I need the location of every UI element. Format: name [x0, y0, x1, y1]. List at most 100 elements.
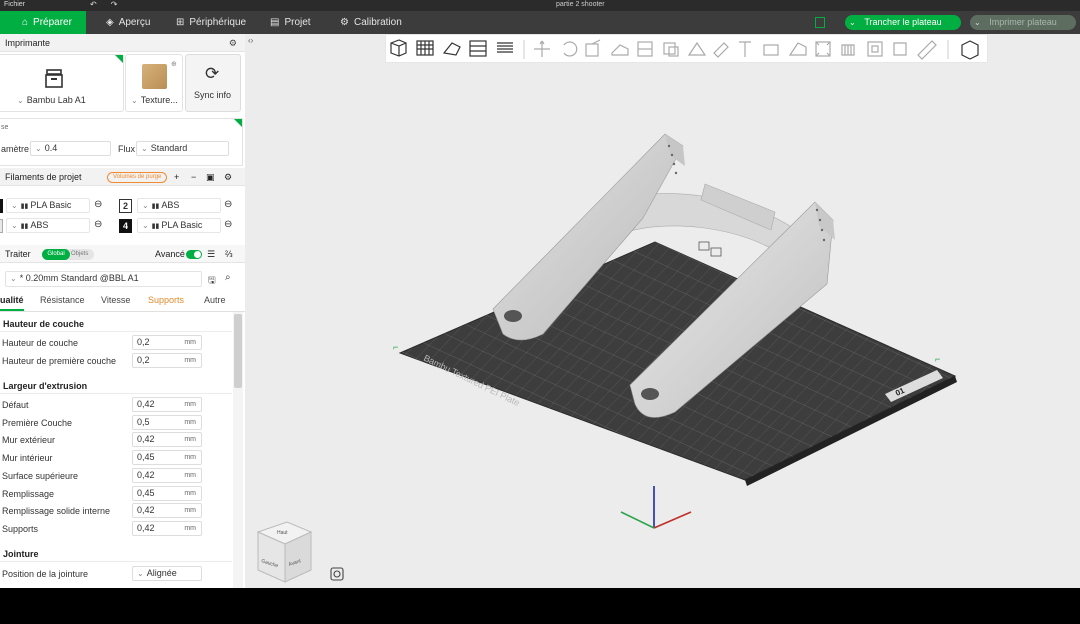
setting-input[interactable]: 0,5 mm [132, 415, 202, 430]
plate-corner-mark: ⌐ [393, 342, 398, 352]
setting-label: Remplissage solide interne [2, 506, 111, 516]
seam-group-title: Jointure [3, 549, 39, 559]
chevron-down-icon: ⌄ [142, 201, 149, 210]
setting-input[interactable]: 0,42 mm [132, 468, 202, 483]
filament-number-badge[interactable]: 4 [119, 219, 132, 233]
tab-quality[interactable]: ualité [0, 295, 24, 305]
advanced-switch[interactable] [186, 250, 202, 259]
tab-supports[interactable]: Supports [148, 295, 184, 305]
list-icon[interactable]: ☰ [207, 245, 215, 263]
filament-number-badge[interactable]: 2 [119, 199, 132, 213]
tab-prepare[interactable]: ⌂ Préparer [0, 11, 86, 34]
device-icon: ⊞ [176, 17, 185, 28]
settings-scrollbar[interactable] [233, 312, 243, 588]
add-icon[interactable]: + [174, 168, 179, 186]
tab-strength[interactable]: Résistance [40, 295, 85, 305]
remove-filament-icon[interactable]: ⊖ [224, 199, 232, 210]
scene-canvas[interactable]: Bambu Textured PEI Plate 01 ⌐ ⌐ Haut Gau… [245, 34, 1080, 588]
flow-select[interactable]: ⌄ Standard [136, 141, 229, 156]
chevron-down-icon: ⌄ [142, 221, 149, 230]
view-cube[interactable]: Haut Gauche Avant [256, 521, 313, 583]
tab-speed[interactable]: Vitesse [101, 295, 130, 305]
preview-icon: ◈ [106, 17, 114, 28]
save-preset-icon[interactable]: 🖫 [208, 273, 216, 289]
slice-plate-button[interactable]: ⌄ Trancher le plateau [845, 15, 961, 30]
compare-icon[interactable]: ⅔ [225, 245, 233, 263]
selected-corner-mark [115, 55, 123, 63]
global-objects-toggle[interactable]: Global Objets [42, 249, 94, 260]
scrollbar-thumb[interactable] [234, 314, 242, 388]
setting-input[interactable]: 0,45 mm [132, 450, 202, 465]
setting-input[interactable]: 0,42 mm [132, 503, 202, 518]
seam-position-select[interactable]: ⌄ Alignée [132, 566, 202, 581]
left-settings-panel: Imprimante ⚙ ⌄ Bambu Lab A1 ⊕ ⌄ Texture...… [0, 34, 245, 588]
chevron-down-icon: ⌄ [17, 96, 24, 105]
tab-project[interactable]: ▤ Projet [270, 11, 311, 34]
seam-position-label: Position de la jointure [2, 569, 89, 579]
setting-label: Mur extérieur [2, 435, 56, 445]
chevron-down-icon: ⌄ [141, 144, 148, 153]
calibration-icon: ⚙ [340, 17, 349, 28]
purge-volumes-button[interactable]: Volumes de purge [107, 172, 168, 183]
extruder-card: se amètre ⌄ 0.4 Flux ⌄ Standard [0, 118, 243, 166]
filament-select[interactable]: ⌄ ▮▮ ABS [6, 218, 90, 233]
printer-name: Bambu Lab A1 [26, 95, 86, 105]
chevron-down-icon[interactable]: ⌄ [974, 15, 981, 30]
remove-filament-icon[interactable]: ⊖ [224, 219, 232, 230]
setting-label: Première Couche [2, 418, 73, 428]
setting-label: Surface supérieure [2, 471, 79, 481]
tab-device[interactable]: ⊞ Périphérique [176, 11, 246, 34]
layer-height-label: Hauteur de couche [2, 338, 79, 348]
remove-filament-icon[interactable]: ⊖ [94, 219, 102, 230]
setting-label: Supports [2, 524, 39, 534]
filament-sync-icon[interactable]: ▣ [206, 168, 215, 186]
chevron-down-icon[interactable]: ⌄ [849, 15, 856, 30]
filament-color-swatch[interactable] [0, 219, 3, 233]
zoom-fit-icon[interactable] [330, 567, 344, 581]
nozzle-diameter-select[interactable]: ⌄ 0.4 [30, 141, 111, 156]
undo-redo-icons[interactable]: ↶↷ [90, 0, 131, 9]
info-icon[interactable]: ⊕ [171, 60, 177, 68]
tab-calibration[interactable]: ⚙ Calibration [340, 11, 402, 34]
filament-vendor-icon: ▮▮ [20, 203, 31, 210]
line-width-group-title: Largeur d'extrusion [3, 381, 88, 391]
setting-input[interactable]: 0,42 mm [132, 397, 202, 412]
printer-icon [45, 69, 63, 88]
svg-text:Haut: Haut [277, 530, 288, 536]
print-plate-button[interactable]: ⌄ Imprimer plateau [970, 15, 1076, 30]
slice-plate-icon[interactable] [815, 17, 825, 28]
sync-info-button[interactable]: ⟳ Sync info [185, 54, 241, 112]
bottom-black-bar [0, 588, 1080, 624]
file-menu[interactable]: Fichier [4, 1, 25, 8]
printer-card[interactable]: ⌄ Bambu Lab A1 [0, 54, 124, 112]
3d-viewport[interactable]: ‹› Bambu Textured PEI Plate 01 ⌐ ⌐ Haut … [245, 34, 1080, 588]
chevron-down-icon: ⌄ [137, 569, 144, 578]
layer-height-input[interactable]: 0,2 mm [132, 335, 202, 350]
filament-vendor-icon: ▮▮ [151, 203, 162, 210]
setting-input[interactable]: 0,42 mm [132, 521, 202, 536]
home-icon: ⌂ [22, 17, 29, 28]
setting-input[interactable]: 0,42 mm [132, 432, 202, 447]
remove-icon[interactable]: − [191, 168, 196, 186]
sync-icon: ⟳ [205, 64, 220, 83]
gear-icon[interactable]: ⚙ [229, 34, 237, 52]
tab-preview[interactable]: ◈ Aperçu [106, 11, 150, 34]
filament-color-swatch[interactable] [0, 199, 3, 213]
process-preset-select[interactable]: ⌄ * 0.20mm Standard @BBL A1 [5, 271, 202, 287]
filament-select[interactable]: ⌄ ▮▮ PLA Basic [6, 198, 90, 213]
advanced-label: Avancé [155, 249, 185, 259]
plate-corner-mark: ⌐ [935, 354, 940, 364]
search-icon[interactable]: ⌕ [225, 272, 231, 283]
remove-filament-icon[interactable]: ⊖ [94, 199, 102, 210]
filament-select[interactable]: ⌄ ▮▮ ABS [137, 198, 221, 213]
printer-section-header: Imprimante ⚙ [0, 34, 245, 52]
layer-height-group-title: Hauteur de couche [3, 319, 85, 329]
tab-other[interactable]: Autre [204, 295, 226, 305]
divider [0, 561, 232, 562]
filament-select[interactable]: ⌄ ▮▮ PLA Basic [137, 218, 221, 233]
plate-card[interactable]: ⊕ ⌄ Texture... [125, 54, 183, 112]
first-layer-height-input[interactable]: 0,2 mm [132, 353, 202, 368]
setting-input[interactable]: 0,45 mm [132, 486, 202, 501]
gear-icon[interactable]: ⚙ [224, 168, 232, 186]
divider [0, 311, 245, 312]
